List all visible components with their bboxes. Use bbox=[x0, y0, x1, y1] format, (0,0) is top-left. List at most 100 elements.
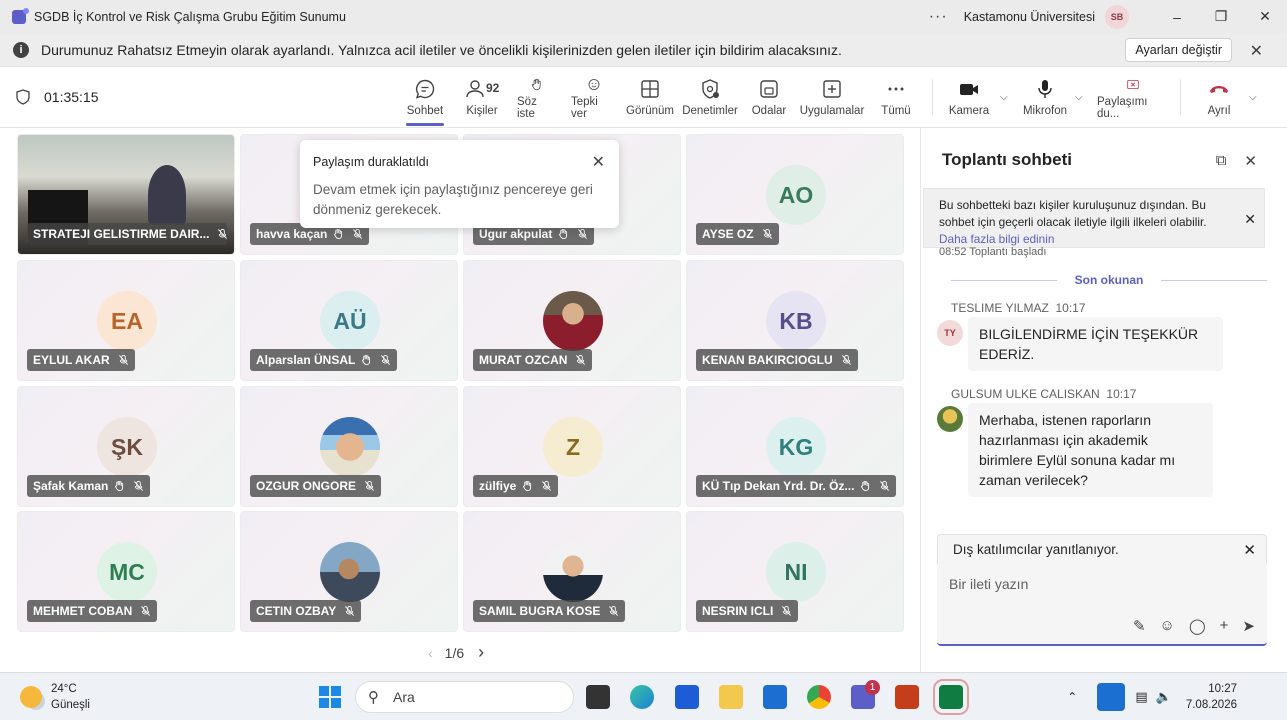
page-indicator: 1/6 bbox=[444, 644, 465, 661]
message-input[interactable]: Bir ileti yazın bbox=[949, 576, 1028, 592]
change-settings-button[interactable]: Ayarları değiştir bbox=[1125, 38, 1232, 62]
participant-tile[interactable]: Zzülfiye bbox=[463, 386, 681, 507]
participant-nameplate: STRATEJI GELISTIRME DAIR... bbox=[27, 223, 227, 245]
avatar[interactable]: TY bbox=[937, 320, 963, 346]
volume-icon[interactable]: 🔈 bbox=[1156, 689, 1172, 705]
search-placeholder: Ara bbox=[393, 689, 415, 705]
excel-icon[interactable] bbox=[933, 679, 969, 715]
participant-tile[interactable]: OZGUR ONGORE bbox=[240, 386, 458, 507]
tool-label: Tümü bbox=[881, 105, 911, 117]
tool-rooms[interactable]: Odalar bbox=[750, 78, 788, 120]
mic-muted-icon bbox=[345, 605, 355, 616]
tool-view[interactable]: Görünüm bbox=[626, 78, 674, 120]
compose-box[interactable]: Bir ileti yazın ✎ ☺ ◯ + ➤ bbox=[937, 564, 1267, 646]
send-icon[interactable]: ➤ bbox=[1242, 617, 1255, 635]
tool-controls[interactable]: Denetimler bbox=[682, 78, 738, 120]
loop-icon[interactable]: ◯ bbox=[1189, 617, 1206, 635]
participant-tile[interactable]: MC MEHMET COBAN bbox=[17, 511, 235, 632]
learn-more-link[interactable]: Daha fazla bilgi edinin bbox=[939, 232, 1054, 246]
participant-tile[interactable]: SAMIL BUGRA KOSE bbox=[463, 511, 681, 632]
store-icon[interactable] bbox=[675, 685, 699, 709]
next-page-icon[interactable]: › bbox=[478, 642, 484, 663]
participant-tile[interactable]: NI NESRIN ICLI bbox=[686, 511, 904, 632]
weather-condition: Güneşli bbox=[51, 699, 90, 711]
task-view-icon[interactable] bbox=[586, 685, 610, 709]
emoji-picker-icon[interactable]: ☺ bbox=[1160, 617, 1175, 635]
participant-tile[interactable]: EA EYLUL AKAR bbox=[17, 260, 235, 381]
minimize-button[interactable]: – bbox=[1155, 0, 1199, 33]
participant-nameplate: KENAN BAKIRCIOGLU bbox=[696, 349, 858, 371]
participant-nameplate: CETIN OZBAY bbox=[250, 600, 362, 622]
user-avatar[interactable]: SB bbox=[1105, 4, 1129, 29]
participant-name: MURAT OZCAN bbox=[479, 353, 568, 367]
tray-chevron-icon[interactable]: ⌃ bbox=[1067, 690, 1077, 704]
meeting-chat-panel: Toplantı sohbeti ⧉ ✕ Bu sohbetteki bazı … bbox=[920, 128, 1287, 672]
tool-raise-hand[interactable]: Söz iste bbox=[517, 78, 557, 120]
tool-mic[interactable]: Mikrofon bbox=[1021, 78, 1069, 120]
toast-close-icon[interactable]: ✕ bbox=[592, 152, 605, 172]
more-options-icon[interactable]: ··· bbox=[929, 8, 948, 26]
avatar: AO bbox=[766, 165, 826, 225]
participant-tile[interactable]: CETIN OZBAY bbox=[240, 511, 458, 632]
avatar[interactable] bbox=[937, 406, 963, 432]
mic-icon bbox=[1038, 80, 1052, 98]
close-window-button[interactable]: ✕ bbox=[1243, 0, 1287, 33]
leave-options-chevron-icon[interactable]: ⌵ bbox=[1249, 92, 1257, 103]
notice-close-icon[interactable]: ✕ bbox=[1244, 211, 1256, 228]
chat-close-icon[interactable]: ✕ bbox=[1244, 152, 1257, 170]
windows-start-icon[interactable] bbox=[319, 686, 341, 708]
participant-tile[interactable]: MURAT OZCAN bbox=[463, 260, 681, 381]
toolbar-separator bbox=[1180, 79, 1181, 115]
participant-tile[interactable]: AO AYSE OZ bbox=[686, 134, 904, 255]
avatar: Z bbox=[543, 417, 603, 477]
mic-muted-icon bbox=[762, 228, 772, 239]
powerpoint-icon[interactable] bbox=[895, 685, 919, 709]
weather-widget[interactable]: 24°C Güneşli bbox=[20, 681, 90, 713]
chrome-icon[interactable] bbox=[807, 685, 831, 709]
mic-options-chevron-icon[interactable]: ⌵ bbox=[1075, 92, 1083, 103]
taskbar-search[interactable]: ⚲ Ara bbox=[355, 681, 574, 713]
tool-apps[interactable]: Uygulamalar bbox=[800, 78, 864, 120]
camera-options-chevron-icon[interactable]: ⌵ bbox=[1000, 92, 1008, 103]
restore-button[interactable]: ❐ bbox=[1199, 0, 1243, 33]
tool-react[interactable]: Tepki ver bbox=[571, 78, 617, 120]
tool-camera[interactable]: Kamera bbox=[949, 78, 989, 120]
mic-muted-icon bbox=[841, 354, 851, 365]
popout-icon[interactable]: ⧉ bbox=[1216, 152, 1227, 170]
tool-stop-share[interactable]: Paylaşımı du... bbox=[1097, 78, 1169, 120]
participant-nameplate: Alparslan ÜNSAL bbox=[250, 349, 398, 371]
mic-muted-icon bbox=[134, 480, 144, 491]
edge-icon[interactable] bbox=[630, 685, 654, 709]
tool-people[interactable]: 92 Kişiler bbox=[462, 78, 502, 120]
participant-tile[interactable]: KB KENAN BAKIRCIOGLU bbox=[686, 260, 904, 381]
outlook-icon[interactable] bbox=[763, 685, 787, 709]
mic-tray-icon[interactable] bbox=[1097, 683, 1126, 711]
chat-message[interactable]: BILGİLENDİRME İÇİN TEŞEKKÜR EDERİZ. bbox=[968, 317, 1223, 371]
tool-leave[interactable]: Ayrıl bbox=[1204, 78, 1234, 120]
network-icon[interactable]: ▤ bbox=[1135, 689, 1147, 705]
participant-name: Alparslan ÜNSAL bbox=[256, 353, 356, 367]
banner-close-icon[interactable]: ✕ bbox=[1250, 41, 1263, 61]
attach-plus-icon[interactable]: + bbox=[1220, 617, 1229, 635]
format-icon[interactable]: ✎ bbox=[1133, 617, 1146, 635]
tool-more[interactable]: Tümü bbox=[880, 78, 912, 120]
participant-tile[interactable]: AÜ Alparslan ÜNSAL bbox=[240, 260, 458, 381]
chat-message[interactable]: Merhaba, istenen raporların hazırlanması… bbox=[968, 403, 1213, 497]
file-explorer-icon[interactable] bbox=[719, 685, 743, 709]
external-notice: Bu sohbetteki bazı kişiler kuruluşunuz d… bbox=[923, 188, 1265, 248]
sender-name: TESLIME YILMAZ bbox=[951, 301, 1049, 315]
org-name[interactable]: Kastamonu Üniversitesi bbox=[964, 10, 1095, 24]
avatar: ŞK bbox=[97, 417, 157, 477]
people-icon bbox=[466, 80, 484, 98]
participant-tile[interactable]: ŞK Şafak Kaman bbox=[17, 386, 235, 507]
tool-chat[interactable]: Sohbet bbox=[406, 78, 444, 126]
participant-tile[interactable]: STRATEJI GELISTIRME DAIR... bbox=[17, 134, 235, 255]
mic-muted-icon bbox=[218, 228, 227, 239]
shield-icon bbox=[16, 89, 30, 105]
emoji-icon bbox=[588, 79, 600, 90]
participant-tile[interactable]: KG KÜ Tıp Dekan Yrd. Dr. Öz... bbox=[686, 386, 904, 507]
tool-label: Kişiler bbox=[466, 105, 498, 117]
prev-page-icon[interactable]: ‹ bbox=[428, 645, 433, 661]
participant-name: NESRIN ICLI bbox=[702, 604, 774, 618]
reply-close-icon[interactable]: ✕ bbox=[1243, 541, 1256, 559]
